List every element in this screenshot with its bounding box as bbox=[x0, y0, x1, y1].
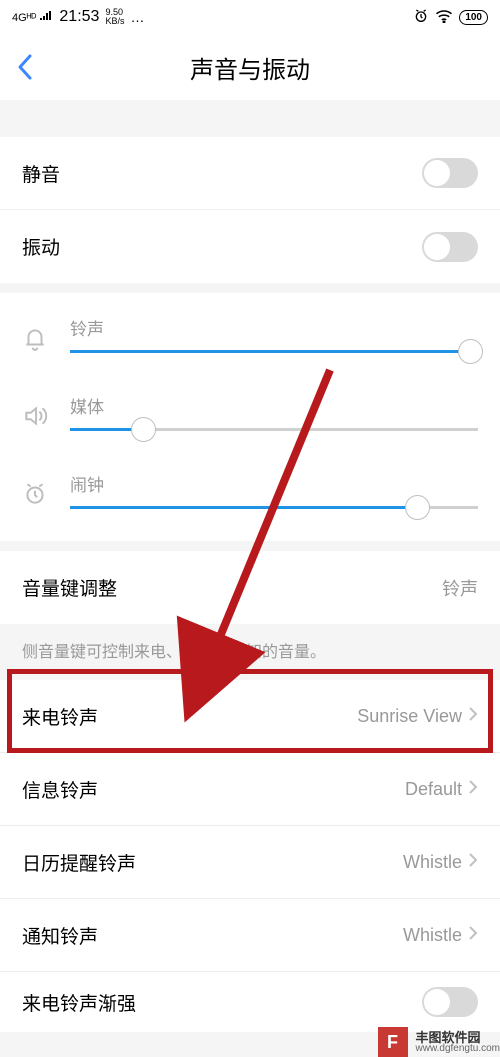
chevron-right-icon bbox=[468, 706, 478, 727]
wifi-icon bbox=[435, 9, 453, 26]
media-slider[interactable] bbox=[70, 428, 478, 431]
volume-key-adjust-row[interactable]: 音量键调整 铃声 bbox=[0, 551, 500, 624]
call-ringtone-label: 来电铃声 bbox=[22, 703, 98, 730]
call-ringtone-value: Sunrise View bbox=[357, 706, 462, 727]
volume-key-adjust-label: 音量键调整 bbox=[22, 574, 117, 601]
vibrate-label: 振动 bbox=[22, 233, 60, 260]
volume-key-hint: 侧音量键可控制来电、信息和通知的音量。 bbox=[0, 624, 500, 680]
volume-sliders-group: 铃声 媒体 闹钟 bbox=[0, 293, 500, 541]
alarm-slider[interactable] bbox=[70, 506, 478, 509]
header-bar: 声音与振动 bbox=[0, 34, 500, 100]
alarm-icon bbox=[413, 8, 429, 27]
calendar-ringtone-value: Whistle bbox=[403, 852, 462, 873]
chevron-right-icon bbox=[468, 779, 478, 800]
clock-icon bbox=[22, 481, 52, 512]
message-ringtone-label: 信息铃声 bbox=[22, 776, 98, 803]
alarm-slider-label: 闹钟 bbox=[70, 471, 478, 496]
mute-label: 静音 bbox=[22, 160, 60, 187]
notification-ringtone-label: 通知铃声 bbox=[22, 922, 98, 949]
data-speed: 9.50KB/s bbox=[105, 8, 124, 26]
message-ringtone-row[interactable]: 信息铃声 Default bbox=[0, 753, 500, 826]
ringtone-slider[interactable] bbox=[70, 350, 478, 353]
mode-toggles-group: 静音 振动 bbox=[0, 137, 500, 283]
call-ringtone-row[interactable]: 来电铃声 Sunrise View bbox=[0, 680, 500, 753]
watermark-name: 丰图软件园 bbox=[416, 1031, 500, 1044]
vibrate-row[interactable]: 振动 bbox=[0, 210, 500, 283]
watermark: F 丰图软件园 www.dgfengtu.com bbox=[378, 1027, 500, 1057]
watermark-url: www.dgfengtu.com bbox=[416, 1044, 500, 1054]
vibrate-toggle[interactable] bbox=[422, 232, 478, 262]
alarm-volume-row: 闹钟 bbox=[22, 471, 478, 523]
media-volume-row: 媒体 bbox=[22, 393, 478, 445]
notification-ringtone-row[interactable]: 通知铃声 Whistle bbox=[0, 899, 500, 972]
ringtone-settings-group: 来电铃声 Sunrise View 信息铃声 Default 日历提醒铃声 Wh… bbox=[0, 680, 500, 1032]
chevron-right-icon bbox=[468, 925, 478, 946]
chevron-right-icon bbox=[468, 852, 478, 873]
signal-icon: 4Gᴴᴰ bbox=[12, 11, 53, 24]
notification-ringtone-value: Whistle bbox=[403, 925, 462, 946]
rising-ringtone-row[interactable]: 来电铃声渐强 bbox=[0, 972, 500, 1032]
speaker-icon bbox=[22, 403, 52, 434]
mute-row[interactable]: 静音 bbox=[0, 137, 500, 210]
rising-ringtone-toggle[interactable] bbox=[422, 987, 478, 1017]
back-button[interactable] bbox=[0, 34, 50, 100]
bell-icon bbox=[22, 325, 52, 356]
media-slider-label: 媒体 bbox=[70, 393, 478, 418]
battery-indicator: 100 bbox=[459, 10, 488, 25]
rising-ringtone-label: 来电铃声渐强 bbox=[22, 989, 136, 1016]
more-dots-icon: … bbox=[130, 9, 145, 25]
page-title: 声音与振动 bbox=[0, 50, 500, 85]
ringtone-volume-row: 铃声 bbox=[22, 315, 478, 367]
message-ringtone-value: Default bbox=[405, 779, 462, 800]
calendar-ringtone-label: 日历提醒铃声 bbox=[22, 849, 136, 876]
status-bar: 4Gᴴᴰ 21:53 9.50KB/s … 100 bbox=[0, 0, 500, 34]
watermark-logo-icon: F bbox=[378, 1027, 408, 1057]
status-time: 21:53 bbox=[59, 8, 99, 26]
calendar-ringtone-row[interactable]: 日历提醒铃声 Whistle bbox=[0, 826, 500, 899]
mute-toggle[interactable] bbox=[422, 158, 478, 188]
ringtone-slider-label: 铃声 bbox=[70, 315, 478, 340]
volume-key-adjust-value: 铃声 bbox=[442, 575, 478, 601]
